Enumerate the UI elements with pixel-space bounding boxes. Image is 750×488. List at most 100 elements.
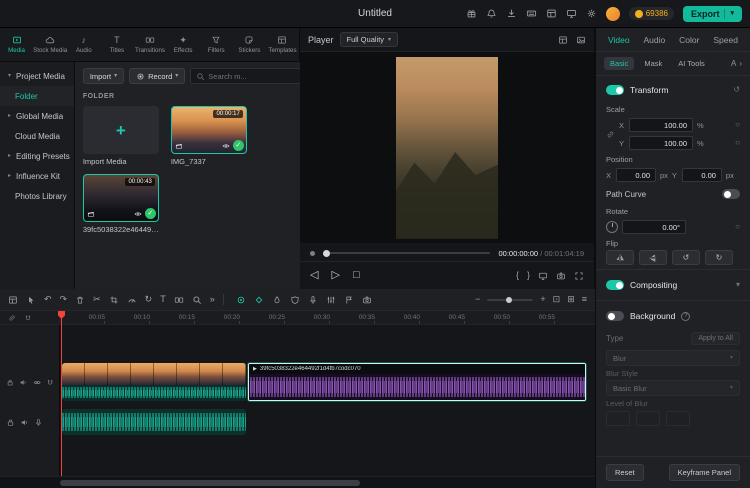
avatar[interactable] [605, 6, 620, 21]
chroma-key-icon[interactable] [272, 295, 282, 305]
sidebar-item-editing-presets[interactable]: ▸ Editing Presets [0, 146, 74, 166]
seek-handle[interactable] [323, 249, 330, 257]
flip-vertical-button[interactable] [639, 250, 667, 265]
previous-frame-button[interactable]: ◁ [310, 270, 318, 281]
motion-track-icon[interactable] [236, 295, 246, 305]
magnet-icon[interactable] [46, 378, 54, 387]
media-browser-icon[interactable] [8, 295, 18, 305]
keyframe-panel-button[interactable]: Keyframe Panel [668, 464, 740, 481]
snap-magnet-icon[interactable] [24, 314, 32, 322]
blur-level-swatch[interactable] [606, 411, 630, 426]
tab-effects[interactable]: ✦ Effects [167, 28, 200, 61]
import-button[interactable]: Import ▾ [82, 68, 125, 84]
timeline-scrollbar[interactable] [0, 476, 595, 488]
compositing-toggle[interactable] [606, 280, 624, 290]
tab-video[interactable]: Video [608, 35, 630, 45]
record-button[interactable]: Record ▾ [129, 68, 186, 84]
reset-button[interactable]: Reset [606, 464, 644, 481]
chevron-right-icon[interactable]: › [739, 59, 742, 68]
settings-gear-icon[interactable] [586, 8, 597, 19]
tab-color[interactable]: Color [679, 35, 699, 45]
seek-bar[interactable] [323, 249, 491, 257]
transform-toggle[interactable] [606, 85, 624, 95]
blur-level-swatch[interactable] [636, 411, 660, 426]
sidebar-item-influence-kit[interactable]: ▸ Influence Kit [0, 166, 74, 186]
tab-titles[interactable]: T Titles [100, 28, 133, 61]
notification-bell-icon[interactable] [486, 8, 497, 19]
more-tools-icon[interactable]: » [210, 295, 215, 304]
rotate-right-button[interactable]: ↻ [705, 250, 733, 265]
video-preview[interactable] [396, 56, 498, 239]
keyframe-icon[interactable] [254, 295, 264, 305]
audio-mixer-icon[interactable] [326, 295, 336, 305]
keyframe-add-icon[interactable]: ○ [735, 223, 740, 231]
blur-type-dropdown[interactable]: Blur ▾ [606, 350, 740, 366]
download-icon[interactable] [506, 8, 517, 19]
subtab-basic[interactable]: Basic [604, 57, 635, 70]
sidebar-item-global-media[interactable]: ▸ Global Media [0, 106, 74, 126]
playhead[interactable] [61, 311, 62, 476]
background-toggle[interactable] [606, 311, 624, 321]
split-scissors-icon[interactable]: ✂ [93, 295, 101, 304]
eye-icon[interactable] [33, 378, 41, 387]
display-ratio-icon[interactable] [538, 271, 548, 281]
snapshot-icon[interactable] [362, 295, 372, 305]
tab-media[interactable]: Media [0, 28, 33, 61]
fit-timeline-icon[interactable]: ⊡ [553, 295, 561, 304]
keyframe-add-icon[interactable]: ○ [735, 121, 740, 129]
coins-badge[interactable]: 69386 [628, 7, 674, 20]
subtab-partial[interactable]: A [731, 59, 736, 68]
layout-icon[interactable] [546, 8, 557, 19]
mute-speaker-icon[interactable] [19, 378, 27, 387]
select-cursor-icon[interactable] [26, 295, 36, 305]
mic-icon[interactable] [34, 418, 43, 427]
speed-icon[interactable] [127, 295, 137, 305]
export-button[interactable]: Export ▾ [682, 5, 742, 22]
tab-audio-props[interactable]: Audio [644, 35, 666, 45]
tab-stickers[interactable]: Stickers [233, 28, 266, 61]
scrollbar-thumb[interactable] [60, 480, 360, 486]
gift-icon[interactable] [466, 8, 477, 19]
split-view-icon[interactable] [558, 35, 568, 45]
rotate-icon[interactable]: ↻ [145, 295, 153, 304]
tab-speed[interactable]: Speed [713, 35, 738, 45]
chevron-down-icon[interactable]: ▾ [736, 281, 740, 289]
sidebar-item-photos-library[interactable]: Photos Library [0, 186, 74, 206]
keyframe-add-icon[interactable]: ○ [735, 139, 740, 147]
timeline-ruler[interactable]: 00:05 00:10 00:15 00:20 00:25 00:30 00:3… [0, 311, 595, 325]
apply-to-all-button[interactable]: Apply to All [691, 331, 740, 345]
path-curve-toggle[interactable] [722, 189, 740, 199]
scale-y-field[interactable]: 100.00 [629, 136, 693, 150]
scale-x-field[interactable]: 100.00 [629, 118, 693, 132]
redo-icon[interactable]: ↷ [60, 295, 68, 304]
sidebar-item-project-media[interactable]: ▾ Project Media [0, 66, 74, 86]
blur-level-swatch[interactable] [666, 411, 690, 426]
crop-icon[interactable] [109, 295, 119, 305]
voiceover-mic-icon[interactable] [308, 295, 318, 305]
timeline-tracks[interactable]: ▶ 39fc5038322e464492f1d4fb7codc070 [0, 325, 595, 476]
media-thumbnail[interactable]: 00:00:43 ✓ [82, 174, 159, 222]
track-list-icon[interactable]: ≡ [582, 295, 587, 304]
stop-button[interactable]: □ [353, 270, 360, 281]
mask-icon[interactable] [290, 295, 300, 305]
chevron-down-icon[interactable]: ▾ [730, 10, 734, 17]
reset-transform-icon[interactable]: ↺ [733, 86, 740, 94]
mark-out-button[interactable]: } [527, 271, 530, 280]
link-clips-icon[interactable] [8, 314, 16, 322]
lock-icon[interactable] [6, 378, 14, 387]
tab-templates[interactable]: Templates [266, 28, 299, 61]
transition-tool-icon[interactable] [174, 295, 184, 305]
tab-stock-media[interactable]: Stock Media [33, 28, 67, 61]
uniform-scale-link-icon[interactable] [606, 116, 615, 152]
audio-clip-1[interactable] [62, 409, 246, 435]
video-clip-2-selected[interactable]: ▶ 39fc5038322e464492f1d4fb7codc070 [248, 363, 586, 401]
blur-style-dropdown[interactable]: Basic Blur ▾ [606, 380, 740, 396]
tab-audio[interactable]: ♪ Audio [67, 28, 100, 61]
undo-icon[interactable]: ↶ [44, 295, 52, 304]
monitor-icon[interactable] [566, 8, 577, 19]
play-button[interactable]: ▷ [331, 270, 339, 281]
background-image-icon[interactable] [576, 35, 586, 45]
tab-filters[interactable]: Filters [200, 28, 233, 61]
media-thumbnail[interactable]: 00:00:17 ✓ [170, 106, 247, 154]
tab-transitions[interactable]: Transitions [133, 28, 166, 61]
